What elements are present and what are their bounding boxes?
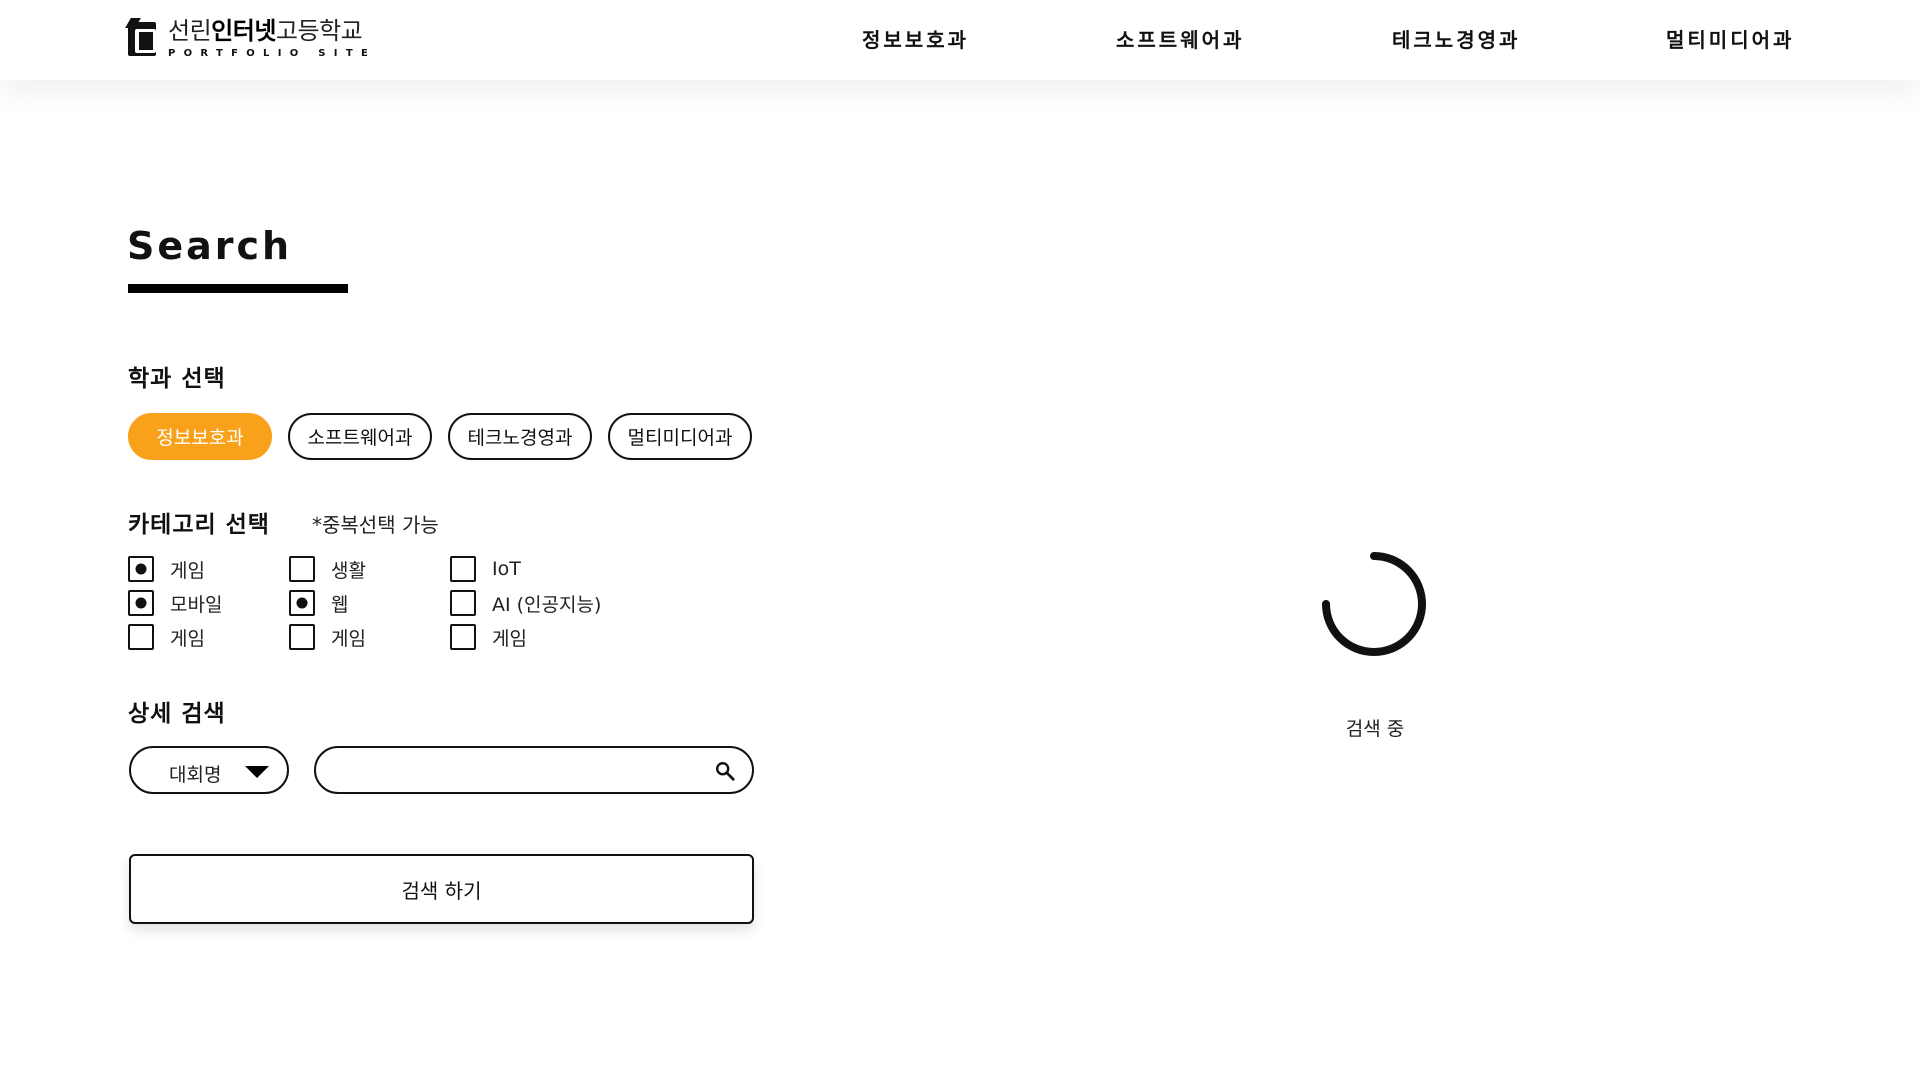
checkbox-label: 게임 <box>331 627 366 650</box>
category-checkbox[interactable]: 게임 <box>289 623 366 651</box>
title-underline <box>128 284 348 293</box>
category-checkbox[interactable]: 게임 <box>128 555 205 583</box>
department-option-technology-management[interactable]: 테크노경영과 <box>448 413 592 460</box>
loading-spinner-icon <box>1322 552 1426 656</box>
nav-item-multimedia[interactable]: 멀티미디어과 <box>1666 24 1794 53</box>
logo-title-part-1: 선린 <box>168 17 212 45</box>
department-option-multimedia[interactable]: 멀티미디어과 <box>608 413 752 460</box>
checkbox-label: AI (인공지능) <box>492 593 602 616</box>
department-label: 학과 선택 <box>128 366 226 392</box>
logo-title-part-3: 고등학교 <box>275 17 363 45</box>
checkbox-label: 게임 <box>170 559 205 582</box>
header: 선린인터넷고등학교 PORTFOLIO SITE 정보보호과 소프트웨어과 테크… <box>0 0 1920 80</box>
nav-item-technology-management[interactable]: 테크노경영과 <box>1392 24 1520 53</box>
checkbox-box[interactable] <box>450 624 476 650</box>
search-input-container[interactable] <box>314 746 754 794</box>
checkbox-label: 게임 <box>492 627 527 650</box>
search-icon[interactable] <box>714 760 736 782</box>
category-checkbox[interactable]: IoT <box>450 555 521 583</box>
logo-title-part-2: 인터넷 <box>211 17 276 45</box>
checkbox-label: 모바일 <box>170 593 223 616</box>
search-field-select[interactable]: 대회명 <box>129 746 289 794</box>
checkbox-box[interactable] <box>128 590 154 616</box>
department-option-software[interactable]: 소프트웨어과 <box>288 413 432 460</box>
checkbox-box[interactable] <box>128 556 154 582</box>
category-checkbox[interactable]: 모바일 <box>128 589 222 617</box>
checkbox-box[interactable] <box>289 624 315 650</box>
search-submit-button[interactable]: 검색 하기 <box>129 854 754 924</box>
logo-mark-icon <box>128 22 156 56</box>
logo-subtitle: PORTFOLIO SITE <box>168 48 377 59</box>
checkbox-label: 생활 <box>331 559 366 582</box>
checkbox-box[interactable] <box>450 556 476 582</box>
page-title: Search <box>127 224 293 268</box>
logo-title: 선린인터넷고등학교 <box>168 19 376 43</box>
category-checkbox[interactable]: 웹 <box>289 589 348 617</box>
detail-search-label: 상세 검색 <box>128 701 226 727</box>
category-label: 카테고리 선택 <box>128 512 270 538</box>
checkbox-box[interactable] <box>450 590 476 616</box>
checkbox-box[interactable] <box>289 590 315 616</box>
multi-select-note: *중복선택 가능 <box>312 513 439 537</box>
checkbox-box[interactable] <box>128 624 154 650</box>
department-option-security[interactable]: 정보보호과 <box>128 413 272 460</box>
school-logo[interactable]: 선린인터넷고등학교 PORTFOLIO SITE <box>128 18 376 60</box>
checkbox-box[interactable] <box>289 556 315 582</box>
logo-text: 선린인터넷고등학교 PORTFOLIO SITE <box>168 19 376 59</box>
checkbox-label: 게임 <box>170 627 205 650</box>
caret-down-icon[interactable] <box>245 766 269 778</box>
search-input[interactable] <box>336 756 696 784</box>
select-value: 대회명 <box>169 764 222 786</box>
nav-item-security[interactable]: 정보보호과 <box>862 24 969 53</box>
category-checkbox[interactable]: 게임 <box>450 623 527 651</box>
nav-item-software[interactable]: 소프트웨어과 <box>1116 24 1244 53</box>
category-checkbox[interactable]: 게임 <box>128 623 205 651</box>
loading-text: 검색 중 <box>1345 718 1405 740</box>
checkbox-label: IoT <box>492 558 521 580</box>
checkbox-label: 웹 <box>331 593 349 616</box>
category-checkbox[interactable]: AI (인공지능) <box>450 589 601 617</box>
category-checkbox[interactable]: 생활 <box>289 555 366 583</box>
